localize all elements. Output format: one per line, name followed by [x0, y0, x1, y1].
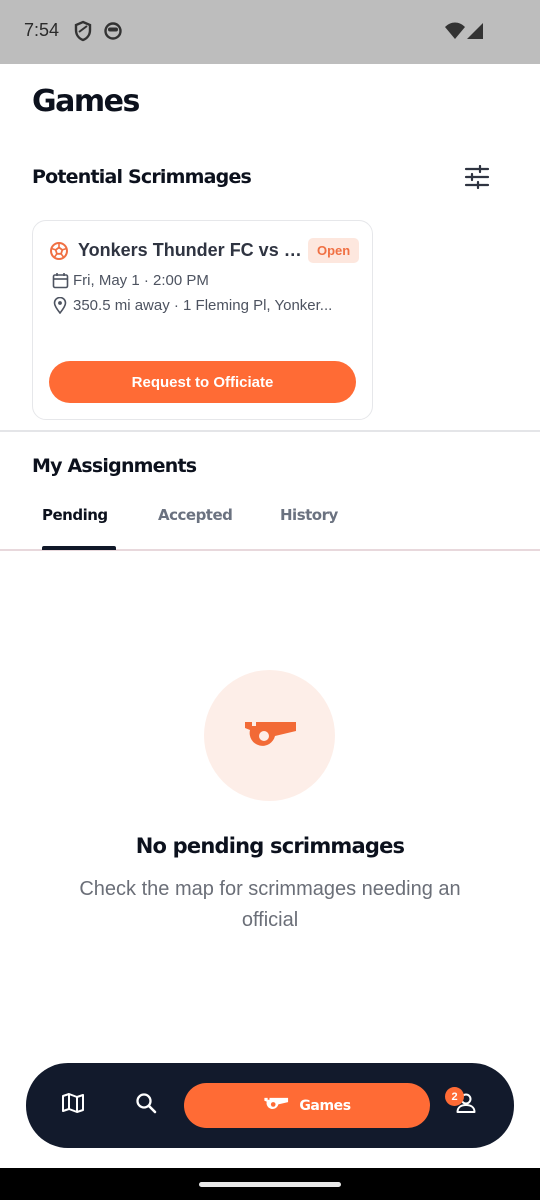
status-bar: 7:54 [0, 0, 540, 64]
whistle-icon [242, 716, 298, 756]
bottom-nav: Games [26, 1063, 514, 1148]
search-icon [135, 1092, 157, 1118]
signal-icon [466, 22, 484, 44]
potential-scrimmages-title: Potential Scrimmages [32, 166, 252, 188]
tab-pending[interactable]: Pending [42, 506, 108, 524]
request-to-officiate-button[interactable]: Request to Officiate [49, 361, 356, 403]
nav-map-button[interactable] [53, 1085, 93, 1125]
shield-icon [74, 20, 92, 46]
scrimmage-location: 350.5 mi away · 1 Fleming Pl, Yonker... [73, 296, 333, 314]
status-time: 7:54 [24, 20, 60, 40]
section-divider [0, 430, 540, 432]
wifi-icon [444, 22, 466, 44]
soccer-ball-icon [49, 241, 69, 265]
nav-games-label: Games [299, 1097, 351, 1114]
my-assignments-title: My Assignments [32, 455, 197, 477]
empty-state-illustration [204, 670, 335, 801]
whistle-icon [263, 1095, 289, 1116]
map-icon [61, 1092, 85, 1118]
scrimmage-card[interactable]: Yonkers Thunder FC vs T... Open Fri, May… [32, 220, 373, 420]
scrimmage-date: Fri, May 1 · 2:00 PM [73, 271, 209, 289]
home-indicator[interactable] [199, 1182, 341, 1187]
calendar-icon [51, 271, 69, 289]
active-tab-indicator [42, 546, 116, 550]
notification-badge: 2 [445, 1087, 464, 1106]
empty-state-subtitle: Check the map for scrimmages needing an … [79, 878, 461, 931]
status-badge: Open [308, 238, 360, 263]
filter-button[interactable] [458, 160, 496, 198]
sliders-icon [464, 164, 490, 193]
page-title: Games [32, 84, 140, 119]
scrimmage-title: Yonkers Thunder FC vs T... [78, 240, 306, 260]
scrimmage-date-row: Fri, May 1 · 2:00 PM [51, 271, 353, 289]
tab-accepted[interactable]: Accepted [158, 506, 233, 524]
empty-state-title: No pending scrimmages [135, 834, 405, 858]
scrimmage-location-row: 350.5 mi away · 1 Fleming Pl, Yonker... [51, 296, 353, 314]
location-pin-icon [51, 296, 69, 314]
face-icon [103, 20, 123, 46]
tab-history[interactable]: History [280, 506, 338, 524]
nav-search-button[interactable] [126, 1085, 166, 1125]
nav-games-button[interactable]: Games [184, 1083, 430, 1128]
